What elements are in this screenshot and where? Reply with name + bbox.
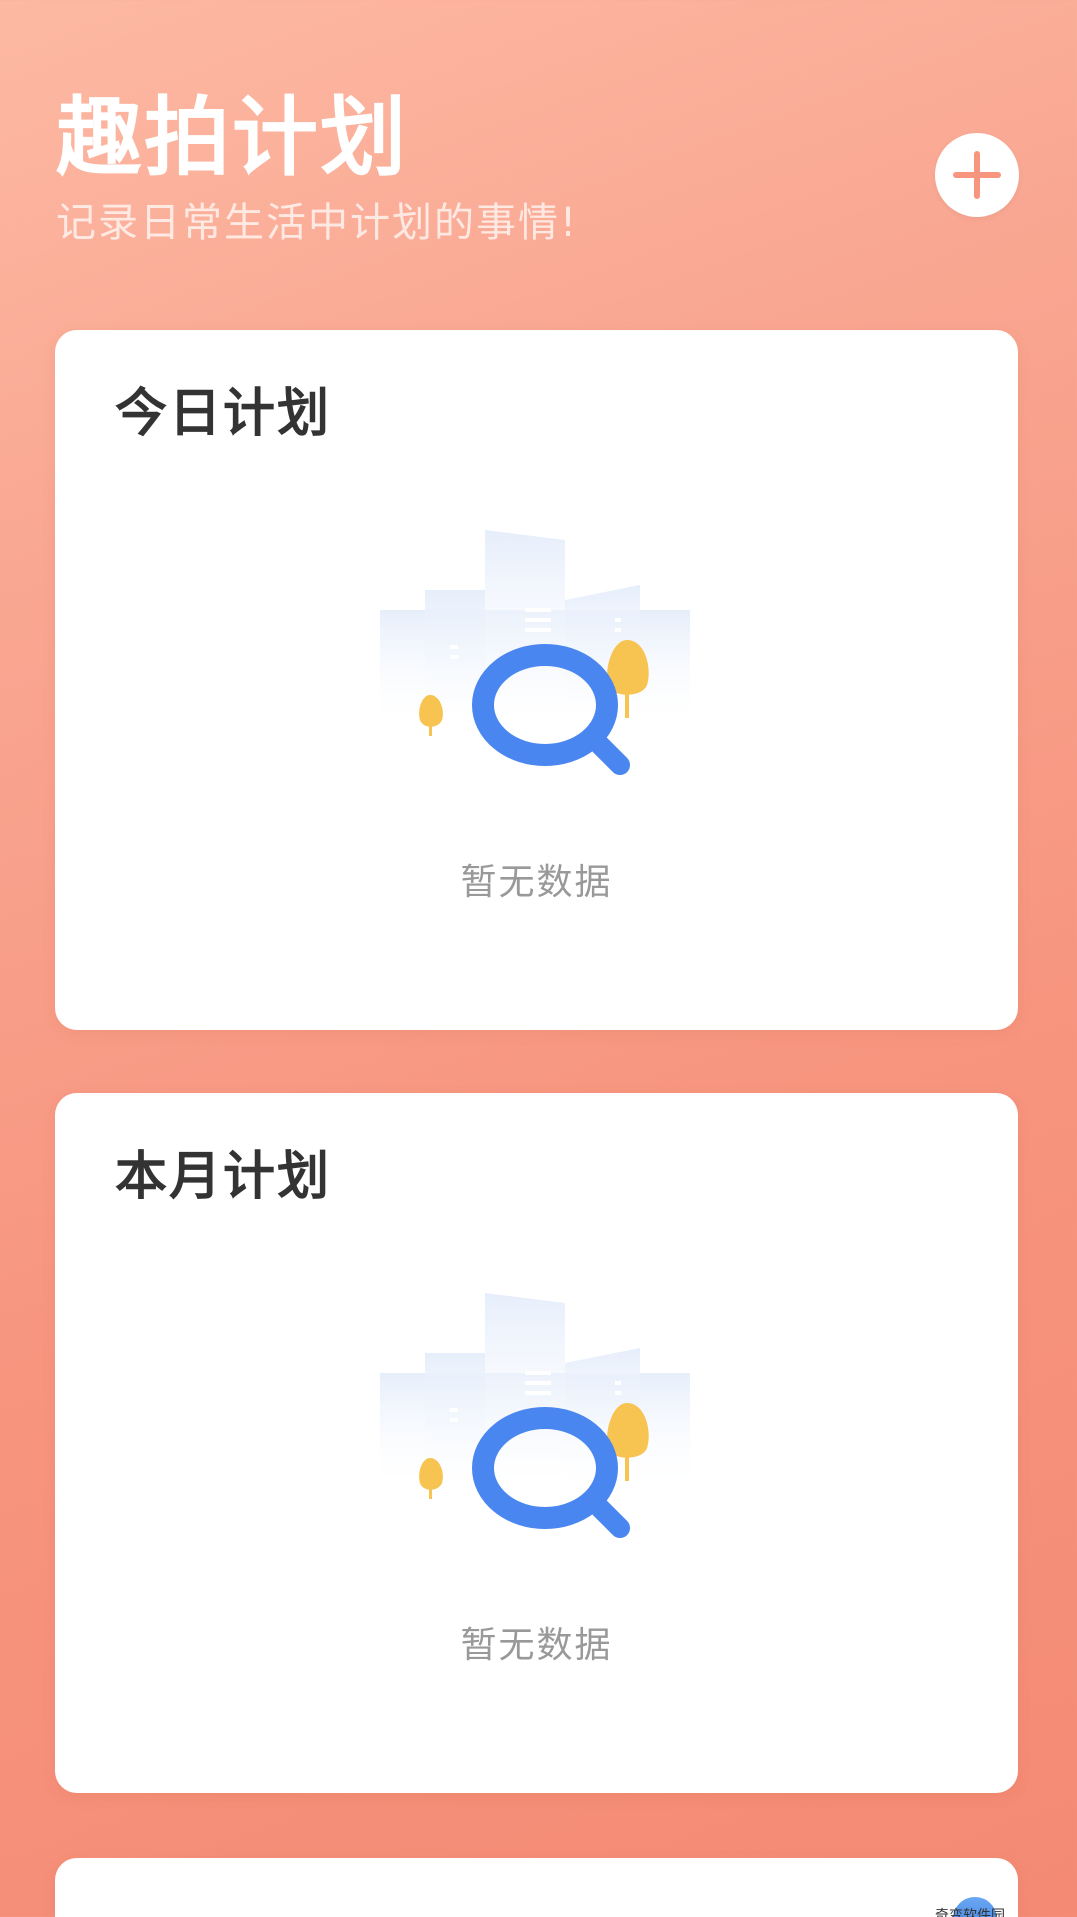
card-title: 本月计划 xyxy=(115,1147,332,1207)
month-plan-card: 本月计划 暂无数据 xyxy=(55,1093,1018,1793)
app-subtitle: 记录日常生活中计划的事情! xyxy=(56,200,579,246)
empty-search-illustration xyxy=(380,530,690,775)
add-plan-button[interactable] xyxy=(935,133,1019,217)
header: 趣拍计划 记录日常生活中计划的事情! xyxy=(56,95,578,243)
app-title: 趣拍计划 xyxy=(56,88,408,188)
empty-search-illustration xyxy=(380,1293,690,1538)
next-plan-card xyxy=(55,1858,1018,1917)
card-title: 今日计划 xyxy=(115,384,332,444)
plus-icon xyxy=(953,151,1001,199)
watermark-text: 奇变软件园 xyxy=(935,1908,1005,1917)
today-plan-card: 今日计划 暂无数据 xyxy=(55,330,1018,1030)
empty-state-text: 暂无数据 xyxy=(460,1625,613,1666)
empty-state-text: 暂无数据 xyxy=(460,862,613,903)
